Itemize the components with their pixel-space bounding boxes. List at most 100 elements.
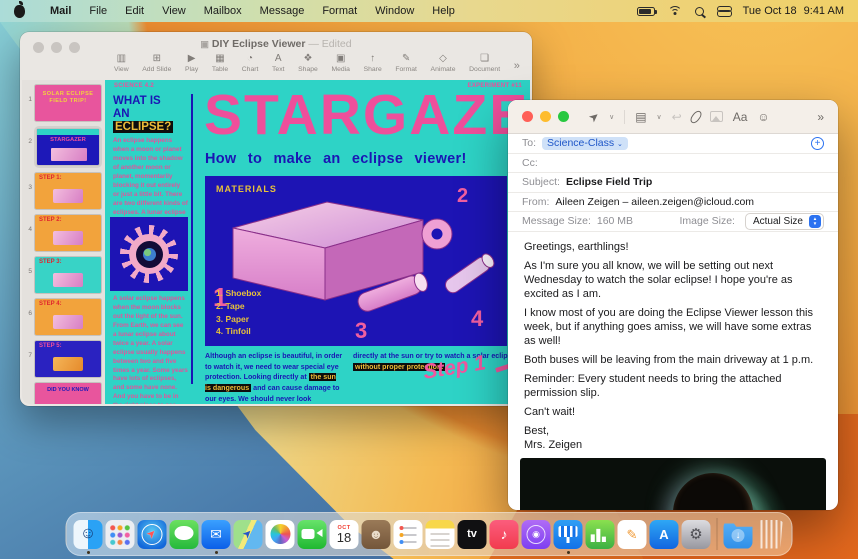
menu-file[interactable]: File: [80, 5, 116, 17]
slide-thumbnail-1[interactable]: 1 SOLAR ECLIPSE FIELD TRIP!: [23, 84, 102, 122]
dock-music[interactable]: ♪: [489, 516, 519, 552]
toolbar-overflow-icon[interactable]: »: [514, 60, 520, 72]
body-signature: Best, Mrs. Zeigen: [524, 425, 583, 452]
attach-icon[interactable]: [688, 108, 704, 125]
apple-menu-icon[interactable]: [14, 0, 25, 18]
toolbar-table-button[interactable]: ▦ Table: [212, 54, 228, 78]
dock-pages[interactable]: ✎: [617, 516, 647, 552]
dock-divider: [716, 518, 718, 550]
menu-format[interactable]: Format: [313, 5, 366, 17]
menu-help[interactable]: Help: [423, 5, 464, 17]
dock-keynote[interactable]: [553, 516, 583, 554]
share-icon: ↑: [370, 53, 376, 64]
toolbar-share-button[interactable]: ↑ Share: [364, 54, 382, 78]
header-fields-chevron-icon[interactable]: ∨: [657, 113, 662, 121]
dock-settings[interactable]: ⚙: [681, 516, 711, 552]
wifi-icon[interactable]: [667, 5, 682, 17]
token-chevron-icon: ⌄: [617, 141, 623, 149]
toolbar-add-slide-button[interactable]: ⊞ Add Slide: [142, 54, 171, 78]
menu-clock[interactable]: Tue Oct 18 9:41 AM: [743, 5, 844, 17]
toolbar-document-button[interactable]: ❏ Document: [469, 54, 500, 78]
minimize-button[interactable]: [540, 111, 551, 122]
menu-edit[interactable]: Edit: [116, 5, 153, 17]
keynote-window: ▣ DIY Eclipse Viewer — Edited ▥ View ⊞ Add…: [20, 32, 532, 406]
dock-safari[interactable]: ➤: [137, 516, 167, 552]
keynote-title: ▣ DIY Eclipse Viewer — Edited: [200, 38, 352, 50]
slide-thumbnail-7[interactable]: 7 STEP 5:: [23, 340, 102, 378]
slide-thumbnail-5[interactable]: 5 STEP 3:: [23, 256, 102, 294]
message-body[interactable]: Greetings, earthlings! As I'm sure you a…: [508, 232, 838, 453]
send-options-chevron-icon[interactable]: ∨: [609, 113, 614, 121]
dock-finder[interactable]: ☺: [73, 516, 103, 554]
menu-mail[interactable]: Mail: [41, 5, 80, 17]
dock-numbers[interactable]: [585, 516, 615, 552]
cc-field[interactable]: Cc:: [508, 154, 838, 173]
slide-thumbnail-4[interactable]: 4 STEP 2:: [23, 214, 102, 252]
subject-field[interactable]: Subject: Eclipse Field Trip: [508, 173, 838, 193]
svg-text:4: 4: [471, 306, 484, 331]
slide-thumbnail-3[interactable]: 3 STEP 1:: [23, 172, 102, 210]
dock-mail[interactable]: ✉: [201, 516, 231, 554]
dock-messages[interactable]: [169, 516, 199, 552]
dock-photos[interactable]: [265, 516, 295, 552]
slide-divider: [191, 94, 193, 384]
dock-notes[interactable]: [425, 516, 455, 552]
materials-label: MATERIALS: [216, 184, 277, 194]
slide-thumbnail-8[interactable]: DID YOU KNOW: [23, 382, 102, 404]
dock-podcasts[interactable]: ◉: [521, 516, 551, 552]
toolbar-shape-button[interactable]: ❖ Shape: [298, 54, 318, 78]
media-icon: ▣: [335, 53, 346, 64]
header-fields-button[interactable]: ▤: [635, 111, 646, 123]
toolbar-overflow-icon[interactable]: »: [817, 110, 824, 124]
send-button[interactable]: ➤: [586, 108, 603, 125]
menu-mailbox[interactable]: Mailbox: [195, 5, 251, 17]
stepper-icon[interactable]: ▲ ▼: [809, 214, 821, 228]
format-button[interactable]: Aa: [733, 111, 748, 123]
toolbar-chart-button[interactable]: ◔ Chart: [242, 54, 259, 78]
format-icon: ✎: [401, 53, 411, 64]
slide-thumbnail-2-selected[interactable]: 2 STARGAZER: [23, 126, 102, 168]
battery-icon[interactable]: [636, 6, 657, 16]
mail-compose-window: ➤ ∨ ▤ ∨ ↩ Aa ☺ » To: Science-Class ⌄ + C…: [508, 100, 838, 510]
emoji-button[interactable]: ☺: [757, 111, 769, 123]
dock-downloads[interactable]: ↓: [723, 516, 753, 552]
close-button[interactable]: [522, 111, 533, 122]
to-field[interactable]: To: Science-Class ⌄ +: [508, 134, 838, 154]
toolbar-media-button[interactable]: ▣ Media: [331, 54, 350, 78]
recipient-token[interactable]: Science-Class ⌄: [542, 136, 628, 150]
slide-canvas[interactable]: SCIENCE 4.2 EXPERIMENT #11 WHAT IS AN EC…: [105, 80, 530, 404]
slide-heading: WHAT IS AN ECLIPSE?: [113, 95, 174, 134]
dock-trash[interactable]: [756, 516, 785, 552]
toolbar-play-button[interactable]: ▶ Play: [185, 54, 198, 78]
dock-appstore[interactable]: A: [649, 516, 679, 552]
spotlight-icon[interactable]: [694, 6, 704, 16]
control-center-icon[interactable]: [716, 5, 732, 17]
dock: ☺ ➤ ✉ ➤ OCT 18 ☻ tv ♪ ◉ ✎ A ⚙ ↓: [65, 512, 793, 556]
toolbar-animate-button[interactable]: ◇ Animate: [431, 54, 456, 78]
desktop: Mail File Edit View Mailbox Message Form…: [0, 0, 858, 559]
zoom-button[interactable]: [558, 111, 569, 122]
slide-thumbnail-6[interactable]: 6 STEP 4:: [23, 298, 102, 336]
dock-facetime[interactable]: [297, 516, 327, 552]
dock-tv[interactable]: tv: [457, 516, 487, 552]
dock-reminders[interactable]: [393, 516, 423, 552]
dock-launchpad[interactable]: [105, 516, 135, 552]
mail-window-controls[interactable]: [522, 111, 569, 122]
toolbar-format-button[interactable]: ✎ Format: [395, 54, 417, 78]
from-field[interactable]: From: Aileen Zeigen – aileen.zeigen@iclo…: [508, 193, 838, 212]
image-size-dropdown[interactable]: Actual Size ▲ ▼: [744, 212, 824, 230]
dock-contacts[interactable]: ☻: [361, 516, 391, 552]
toolbar-view-button[interactable]: ▥ View: [114, 54, 129, 78]
menu-window[interactable]: Window: [366, 5, 423, 17]
size-row: Message Size: 160 MB Image Size: Actual …: [508, 212, 838, 232]
materials-list: 1. Shoebox 2. Tape 3. Paper 4. Tinfoil: [216, 288, 262, 337]
menu-message[interactable]: Message: [251, 5, 314, 17]
from-value: Aileen Zeigen – aileen.zeigen@icloud.com: [555, 195, 755, 208]
toolbar-text-button[interactable]: A Text: [272, 54, 284, 78]
menu-view[interactable]: View: [153, 5, 195, 17]
dock-maps[interactable]: ➤: [233, 516, 263, 552]
eclipse-photo-attachment[interactable]: [520, 457, 826, 510]
dock-calendar[interactable]: OCT 18: [329, 516, 359, 552]
body-paragraph: I know most of you are doing the Eclipse…: [524, 306, 814, 347]
add-recipient-button[interactable]: +: [811, 136, 824, 150]
